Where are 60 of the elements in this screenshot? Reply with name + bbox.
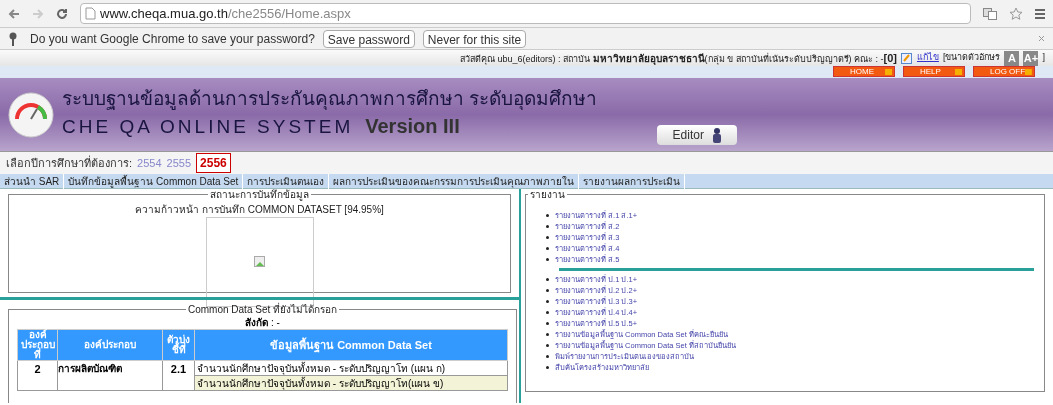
bullet-icon [546, 214, 549, 217]
password-bar-button[interactable]: Save password [322, 29, 415, 48]
edit-link[interactable]: แก้ไข [916, 51, 939, 65]
column-header: ตัวบ่งชี้ที่ [162, 329, 195, 361]
bullet-icon [546, 355, 549, 358]
font-size-button[interactable]: A+ [1023, 50, 1039, 66]
bracket-text: ] [1042, 51, 1045, 65]
page-icon [85, 7, 96, 20]
password-prompt: Do you want Google Chrome to save your password? [30, 30, 315, 48]
system-name: CHE QA ONLINE SYSTEM [62, 115, 354, 140]
close-icon[interactable] [1038, 35, 1045, 42]
panel-legend: รายงาน [528, 187, 567, 202]
column-header: องค์ประกอบ [57, 329, 163, 361]
panel-legend: สถานะการบันทึกข้อมูล [208, 187, 311, 202]
back-icon[interactable] [8, 7, 20, 20]
bullet-icon [546, 258, 549, 261]
bullet-icon [546, 333, 549, 336]
panel-legend: Common Data Set ที่ยังไม่ได้กรอก [185, 303, 339, 317]
translate-icon[interactable] [983, 7, 997, 20]
column-header: ข้อมูลพื้นฐาน Common Data Set [194, 329, 508, 361]
bullet-icon [546, 225, 549, 228]
table-cell: 2.1 [162, 360, 195, 391]
address-bar[interactable]: www.cheqa.mua.go.th/che2556/Home.aspx [80, 3, 971, 24]
font-size-button[interactable]: A [1004, 50, 1020, 66]
bullet-icon [546, 247, 549, 250]
broken-image-icon [253, 256, 266, 268]
reload-icon[interactable] [56, 7, 68, 20]
bullet-icon [546, 236, 549, 239]
gauge-logo-icon [8, 91, 54, 138]
bullet-icon [546, 289, 549, 292]
table-cell: 2 [17, 360, 58, 391]
bullet-icon [546, 366, 549, 369]
edit-icon[interactable] [900, 52, 913, 64]
bullet-icon [546, 344, 549, 347]
menu-item[interactable]: รายงานผลการประเมิน [579, 173, 686, 189]
year-label: เลือกปีการศึกษาที่ต้องการ: [6, 154, 133, 171]
affiliation-text: สังกัด : - [244, 317, 281, 329]
password-bar-button[interactable]: Never for this site [422, 29, 527, 48]
user-info: สวัสดีคุณ ubu_6(editors) : สถาบัน มหาวิทยาลัยอุบลราชธานี(กลุ่ม ข สถาบันที่เน้นระดับปริญญาตรี) คณะ : -[0] [459, 50, 897, 67]
person-icon [711, 126, 722, 143]
font-size-label: [ขนาดตัวอักษร [942, 51, 1001, 65]
role-badge: Editor [657, 124, 738, 145]
key-icon [8, 31, 18, 46]
progress-text: ความก้าวหน้า การบันทึก COMMON DATASET [94.95%] [135, 203, 384, 217]
site-title: ระบบฐานข้อมูลด้านการประกันคุณภาพการศึกษา ระดับอุดมศึกษา [62, 87, 598, 112]
column-header: องค์ประกอบที่ [17, 329, 58, 361]
bullet-icon [546, 278, 549, 281]
bullet-icon [546, 311, 549, 314]
menu-item[interactable]: ผลการประเมินของคณะกรรมการประเมินคุณภาพภายใน [329, 173, 580, 189]
bullet-icon [546, 300, 549, 303]
table-cell: การผลิตบัณฑิต [57, 360, 163, 391]
menu-item[interactable]: บันทึกข้อมูลพื้นฐาน Common Data Set [64, 173, 244, 189]
version-label: Version III [365, 114, 460, 140]
menu-icon[interactable] [1035, 8, 1045, 19]
bullet-icon [546, 322, 549, 325]
star-icon[interactable] [1009, 6, 1023, 21]
menu-item[interactable]: ส่วนนำ SAR [0, 173, 65, 189]
year-link[interactable]: 2556 [196, 153, 231, 173]
menu-item[interactable]: การประเมินตนเอง [243, 173, 330, 189]
url-text: www.cheqa.mua.go.th/che2556/Home.aspx [100, 4, 351, 23]
